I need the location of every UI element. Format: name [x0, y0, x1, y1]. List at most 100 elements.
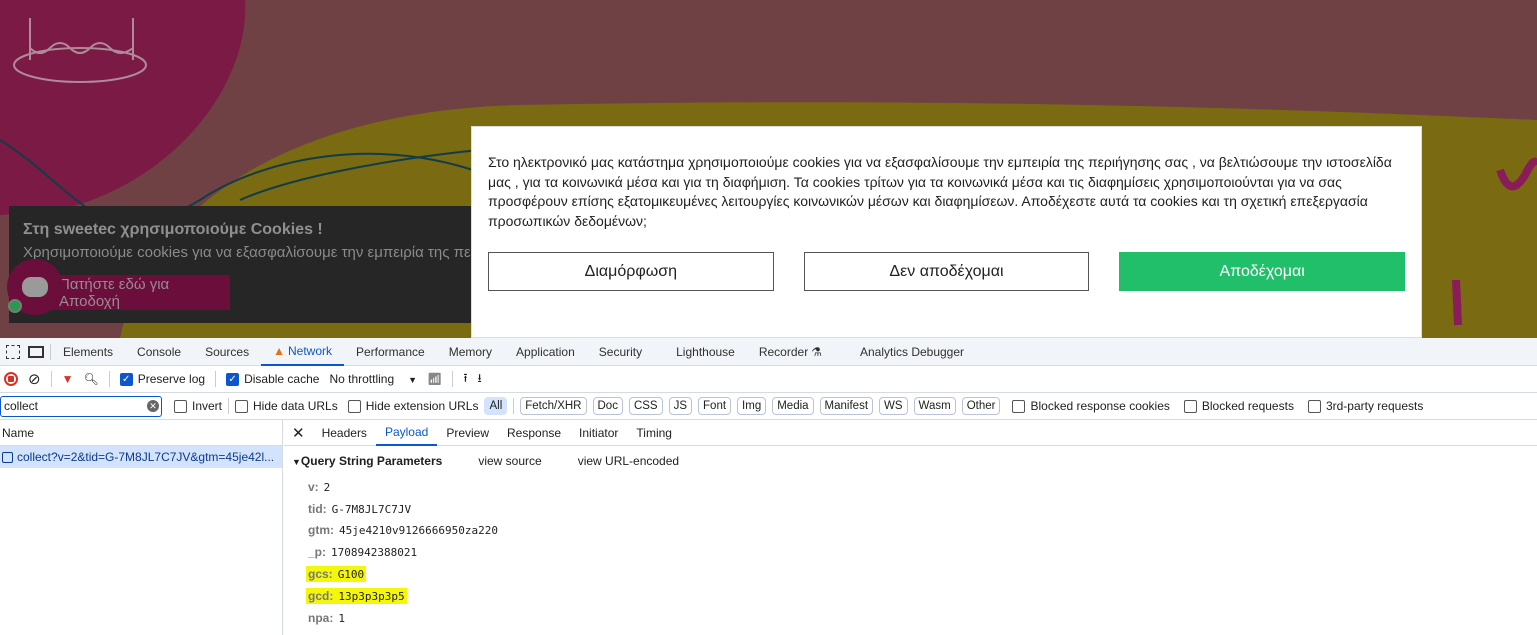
throttling-select[interactable]: No throttling ▼ [329, 372, 417, 386]
tab-performance[interactable]: Performance [344, 338, 437, 366]
chat-button[interactable] [7, 259, 63, 315]
param-key: v: [308, 479, 319, 494]
preserve-log-checkbox[interactable]: ✓ Preserve log [119, 372, 205, 386]
view-source-link[interactable]: view source [478, 454, 541, 468]
query-string-section: ▼Query String Parameters view source vie… [284, 446, 1537, 476]
online-status-icon [8, 299, 22, 313]
tab-lighthouse[interactable]: Lighthouse [664, 338, 747, 366]
tab-payload[interactable]: Payload [375, 420, 438, 446]
tab-application[interactable]: Application [504, 338, 587, 366]
type-ws[interactable]: WS [879, 397, 908, 415]
type-wasm[interactable]: Wasm [913, 397, 956, 415]
tab-response[interactable]: Response [498, 420, 570, 446]
blocked-response-cookies-checkbox[interactable]: Blocked response cookies [1012, 399, 1170, 413]
dropdown-arrow-icon: ▼ [408, 375, 418, 385]
flask-icon: ⚗ [811, 344, 822, 359]
blocked-requests-checkbox[interactable]: Blocked requests [1183, 399, 1294, 413]
filter-bar: collect ✕ Invert Hide data URLs Hide exte… [0, 393, 1537, 420]
param-value: 45je4210v9126666950za220 [339, 524, 498, 538]
accept-button[interactable]: Αποδέχομαι [1119, 252, 1406, 292]
hide-extension-urls-checkbox[interactable]: Hide extension URLs [347, 399, 478, 413]
param-value: 1 [338, 611, 345, 625]
filter-input[interactable]: collect ✕ [0, 395, 162, 417]
type-js[interactable]: JS [668, 397, 693, 415]
clear-filter-icon[interactable]: ✕ [147, 400, 159, 412]
param-value: 2 [323, 480, 331, 494]
tab-initiator[interactable]: Initiator [570, 420, 627, 446]
param-row: gcs: G100 [284, 563, 1537, 585]
tab-network[interactable]: ▲ Network [261, 338, 344, 366]
param-key: _p: [308, 545, 326, 560]
param-value: 13p3p3p3p5 [338, 589, 405, 603]
param-value: 1708942388021 [331, 546, 418, 560]
website-background: Στη sweetec χρησιμοποιούμε Cookies ! Χρη… [0, 0, 1537, 338]
configure-button[interactable]: Διαμόρφωση [488, 252, 774, 292]
request-details: ✕ Headers Payload Preview Response Initi… [284, 420, 1537, 635]
close-icon[interactable]: ✕ [292, 424, 305, 442]
tab-timing[interactable]: Timing [627, 420, 681, 446]
network-conditions-icon[interactable]: 📶︎ [427, 372, 442, 386]
site-cookie-banner: Στη sweetec χρησιμοποιούμε Cookies ! Χρη… [9, 206, 471, 323]
type-font[interactable]: Font [698, 397, 732, 415]
view-url-encoded-link[interactable]: view URL-encoded [578, 454, 679, 468]
type-manifest[interactable]: Manifest [819, 397, 874, 415]
devtools-tabs: Elements Console Sources ▲ Network Perfor… [0, 338, 1537, 366]
banner-text: Χρησιμοποιούμε cookies για να εξασφαλίσο… [23, 244, 471, 261]
request-list: Name collect?v=2&tid=G-7M8JL7C7JV&gtm=45… [0, 420, 283, 635]
param-key: gcd: [308, 588, 334, 603]
type-media[interactable]: Media [772, 397, 814, 415]
tab-recorder[interactable]: Recorder ⚗ [747, 338, 834, 366]
param-key: gcs: [308, 567, 333, 582]
third-party-requests-checkbox[interactable]: 3rd-party requests [1307, 399, 1423, 413]
param-row: v: 2 [284, 476, 1537, 498]
param-row: npa: 1 [284, 607, 1537, 629]
triangle-down-icon: ▼ [292, 457, 301, 467]
param-value: G-7M8JL7C7JV [331, 502, 412, 516]
consent-text: Στο ηλεκτρονικό μας κατάστημα χρησιμοποι… [488, 154, 1392, 229]
chat-bubble-icon [22, 277, 48, 297]
type-img[interactable]: Img [737, 397, 767, 415]
tab-analytics-debugger[interactable]: Analytics Debugger [848, 338, 976, 366]
param-value: G100 [337, 568, 365, 582]
param-row: _p: 1708942388021 [284, 541, 1537, 563]
tab-sources[interactable]: Sources [193, 338, 261, 366]
inspect-element-icon[interactable] [6, 344, 20, 359]
type-fetch-xhr[interactable]: Fetch/XHR [520, 397, 587, 415]
section-toggle[interactable]: ▼Query String Parameters [292, 454, 442, 468]
param-key: npa: [308, 610, 334, 625]
clear-icon[interactable]: ⊘ [28, 370, 41, 388]
detail-tabs: ✕ Headers Payload Preview Response Initi… [284, 420, 1537, 446]
param-key: tid: [308, 501, 327, 516]
param-row: gtm: 45je4210v9126666950za220 [284, 520, 1537, 542]
tab-preview[interactable]: Preview [437, 420, 498, 446]
tab-console[interactable]: Console [125, 338, 193, 366]
document-icon [2, 451, 13, 463]
type-doc[interactable]: Doc [592, 397, 623, 415]
tab-security[interactable]: Security [587, 338, 654, 366]
download-icon[interactable]: ⭳ [478, 369, 482, 390]
request-row[interactable]: collect?v=2&tid=G-7M8JL7C7JV&gtm=45je42l… [0, 446, 282, 468]
reject-button[interactable]: Δεν αποδέχομαι [803, 252, 1090, 292]
warning-icon: ▲ [273, 343, 285, 358]
param-row: tid: G-7M8JL7C7JV [284, 498, 1537, 520]
upload-icon[interactable]: ⭱ [463, 369, 467, 390]
device-toolbar-icon[interactable] [28, 345, 44, 358]
param-key: gtm: [308, 523, 334, 538]
type-other[interactable]: Other [961, 397, 1001, 415]
param-row: gcd: 13p3p3p3p5 [284, 585, 1537, 607]
banner-accept-button[interactable]: Πατήστε εδώ για Αποδοχή [39, 275, 230, 310]
type-all[interactable]: All [484, 397, 508, 415]
tab-elements[interactable]: Elements [51, 338, 125, 366]
filter-icon[interactable]: ▼ [62, 372, 74, 386]
tab-headers[interactable]: Headers [313, 420, 376, 446]
search-icon[interactable]: 🔍︎ [83, 372, 98, 386]
disable-cache-checkbox[interactable]: ✓ Disable cache [226, 372, 319, 386]
tab-memory[interactable]: Memory [437, 338, 504, 366]
network-toolbar: ⊘ ▼ 🔍︎ ✓ Preserve log ✓ Disable cache No t… [0, 366, 1537, 393]
type-css[interactable]: CSS [628, 397, 663, 415]
invert-checkbox[interactable]: Invert [174, 399, 222, 413]
cookie-consent-modal: Στο ηλεκτρονικό μας κατάστημα χρησιμοποι… [471, 126, 1422, 338]
name-column-header[interactable]: Name [0, 420, 282, 446]
record-icon[interactable] [4, 372, 18, 386]
hide-data-urls-checkbox[interactable]: Hide data URLs [235, 399, 338, 413]
